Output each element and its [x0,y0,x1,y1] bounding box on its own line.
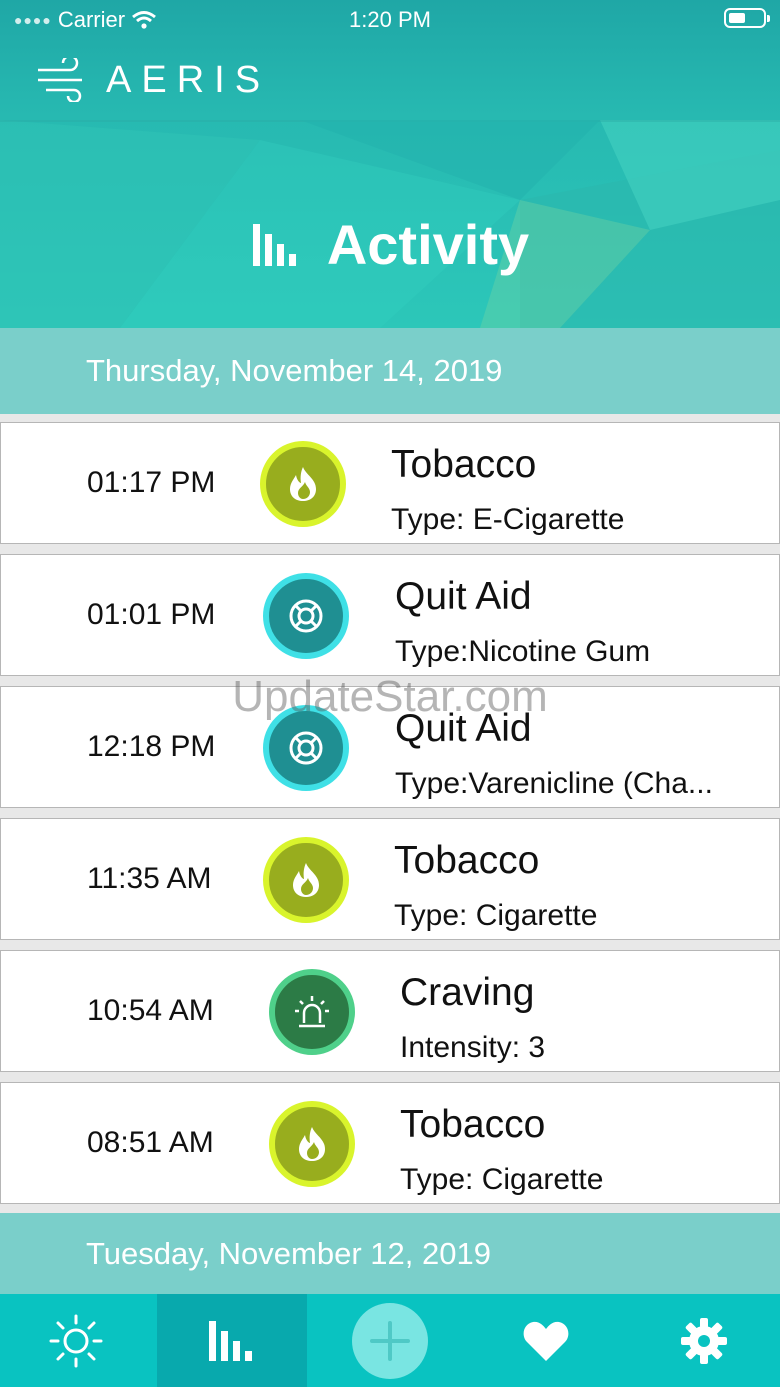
activity-time: 12:18 PM [87,730,216,763]
activity-title: Quit Aid [395,707,532,750]
activity-detail: Type: Cigarette [400,1163,604,1196]
page-heading: Activity [0,212,780,277]
activity-time: 10:54 AM [87,994,214,1027]
activity-title: Quit Aid [395,575,532,618]
activity-row[interactable]: 11:35 AM Tobacco Type: Cigarette [0,818,780,940]
tab-today[interactable] [0,1294,152,1387]
activity-row[interactable]: 12:18 PM Quit Aid Type:Varenicline (Cha.… [0,686,780,808]
date-header: Thursday, November 14, 2019 [0,328,780,414]
header: ●●●● Carrier 1:20 PM AERIS Activity [0,0,780,328]
battery-icon [724,8,770,28]
heart-icon [523,1321,569,1361]
activity-time: 11:35 AM [87,862,212,895]
header-background [0,120,780,328]
status-bar: ●●●● Carrier 1:20 PM [0,0,780,38]
siren-icon [269,969,355,1055]
flame-icon [269,1101,355,1187]
page-title: Activity [326,213,530,276]
activity-time: 01:17 PM [87,466,216,499]
flame-icon [263,837,349,923]
wind-logo-icon [38,58,82,102]
date-header: Tuesday, November 12, 2019 [0,1213,780,1294]
activity-row[interactable]: 01:17 PM Tobacco Type: E-Cigarette [0,422,780,544]
lifebuoy-icon [263,705,349,791]
add-button[interactable] [352,1302,428,1379]
tab-settings[interactable] [628,1294,780,1387]
tab-add[interactable] [312,1294,468,1387]
tab-health[interactable] [470,1294,622,1387]
sun-icon [49,1314,103,1367]
activity-detail: Type: Cigarette [394,899,598,932]
activity-detail: Type: E-Cigarette [391,503,625,536]
tab-activity[interactable] [157,1294,307,1387]
date-label: Thursday, November 14, 2019 [86,353,503,388]
bar-chart-icon [252,223,296,266]
activity-row[interactable]: 08:51 AM Tobacco Type: Cigarette [0,1082,780,1204]
date-label: Tuesday, November 12, 2019 [86,1235,491,1271]
plus-icon [370,1320,410,1361]
activity-detail: Intensity: 3 [400,1031,546,1064]
lifebuoy-icon [263,573,349,659]
activity-title: Tobacco [394,839,540,882]
activity-time: 01:01 PM [87,598,216,631]
activity-title: Tobacco [400,1103,546,1146]
bar-chart-icon [209,1320,252,1361]
activity-detail: Type:Nicotine Gum [395,635,651,668]
activity-time: 08:51 AM [87,1126,214,1159]
status-time: 1:20 PM [349,7,431,32]
activity-row[interactable]: 10:54 AM Craving Intensity: 3 [0,950,780,1072]
brand-name: AERIS [106,58,271,101]
activity-title: Tobacco [391,443,537,486]
activity-row[interactable]: 01:01 PM Quit Aid Type:Nicotine Gum [0,554,780,676]
activity-detail: Type:Varenicline (Cha... [395,767,713,800]
brand: AERIS [36,58,270,102]
gear-icon [681,1317,727,1364]
flame-icon [260,441,346,527]
activity-title: Craving [400,971,535,1014]
tab-bar [0,1294,780,1387]
